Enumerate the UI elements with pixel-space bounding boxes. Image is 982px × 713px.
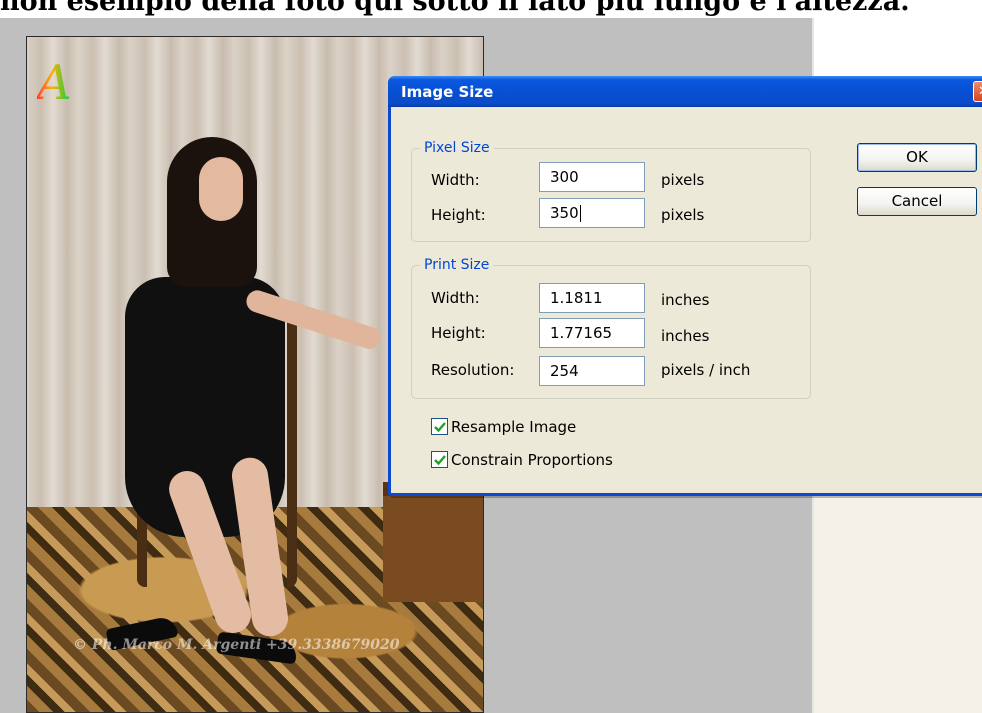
pixel-width-input[interactable]: 300	[539, 162, 645, 192]
print-width-unit: inches	[661, 291, 710, 309]
print-height-input[interactable]: 1.77165	[539, 318, 645, 348]
print-width-label: Width:	[431, 289, 480, 307]
cancel-button[interactable]: Cancel	[857, 187, 977, 216]
print-size-legend: Print Size	[420, 256, 494, 274]
page-caption: non esempio della foto qui sotto il lato…	[0, 0, 910, 17]
photo-watermark: © Ph. Marco M. Argenti +39.3338679020	[73, 637, 400, 653]
pixel-width-unit: pixels	[661, 171, 705, 189]
pixel-height-input[interactable]: 350	[539, 198, 645, 228]
photographer-logo-icon: A	[37, 55, 97, 111]
text-caret	[579, 205, 581, 222]
resolution-input[interactable]: 254	[539, 356, 645, 386]
print-width-value: 1.1811	[550, 289, 603, 307]
pixel-height-label: Height:	[431, 206, 486, 224]
pixel-width-label: Width:	[431, 171, 480, 189]
print-height-label: Height:	[431, 324, 486, 342]
right-panel-top	[814, 18, 982, 80]
resolution-value: 254	[550, 362, 579, 380]
image-size-dialog: Image Size ✕ Pixel Size Width: 300 pixel…	[388, 76, 982, 496]
dialog-title: Image Size	[401, 83, 494, 101]
print-width-input[interactable]: 1.1811	[539, 283, 645, 313]
close-icon[interactable]: ✕	[973, 81, 982, 102]
constrain-checkbox-box[interactable]	[431, 451, 448, 468]
check-mark-icon	[434, 422, 446, 433]
constrain-proportions-checkbox[interactable]: Constrain Proportions	[431, 450, 651, 470]
photo-woman-face	[199, 157, 243, 221]
print-height-unit: inches	[661, 327, 710, 345]
pixel-width-value: 300	[550, 168, 579, 186]
pixel-size-legend: Pixel Size	[420, 139, 494, 157]
constrain-proportions-label: Constrain Proportions	[451, 451, 613, 469]
resample-image-checkbox[interactable]: Resample Image	[431, 417, 631, 437]
dialog-titlebar[interactable]: Image Size	[388, 76, 982, 107]
resample-checkbox-box[interactable]	[431, 418, 448, 435]
resolution-unit: pixels / inch	[661, 361, 751, 379]
print-height-value: 1.77165	[550, 324, 613, 342]
photo-table	[383, 482, 483, 602]
check-mark-icon	[434, 455, 446, 466]
pixel-height-unit: pixels	[661, 206, 705, 224]
resample-image-label: Resample Image	[451, 418, 577, 436]
pixel-height-value: 350	[550, 204, 579, 222]
ok-button[interactable]: OK	[857, 143, 977, 172]
resolution-label: Resolution:	[431, 361, 515, 379]
